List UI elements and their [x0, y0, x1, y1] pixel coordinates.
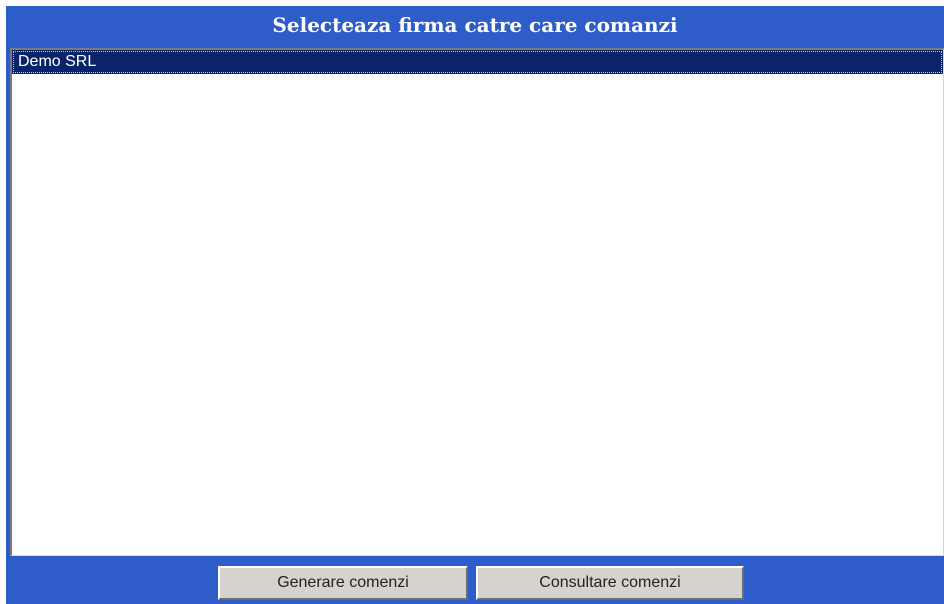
generate-orders-button[interactable]: Generare comenzi [218, 566, 468, 600]
company-listbox[interactable]: Demo SRL [10, 48, 944, 556]
footer-bar [6, 560, 944, 604]
consult-orders-button[interactable]: Consultare comenzi [476, 566, 744, 600]
company-select-window: Selecteaza firma catre care comanzi Demo… [0, 0, 944, 604]
list-item[interactable]: Demo SRL [12, 50, 943, 74]
window-title: Selecteaza firma catre care comanzi [6, 6, 944, 44]
